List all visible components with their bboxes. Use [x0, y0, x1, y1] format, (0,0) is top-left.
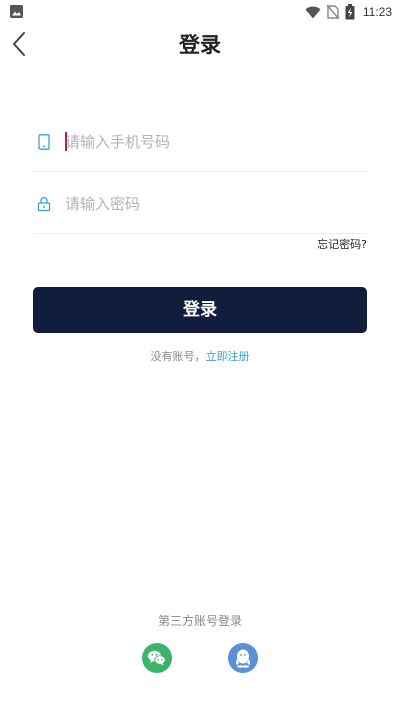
text-cursor [65, 132, 67, 151]
phone-field [33, 110, 367, 172]
lock-icon [37, 196, 51, 212]
gallery-icon [10, 5, 23, 18]
wechat-login-button[interactable] [142, 643, 172, 673]
login-button[interactable]: 登录 [33, 287, 367, 333]
phone-input[interactable] [65, 128, 355, 156]
forgot-password-link[interactable]: 忘记密码? [317, 236, 367, 252]
status-icons: 11:23 [305, 3, 392, 21]
wechat-icon [148, 650, 166, 666]
qq-login-button[interactable] [228, 643, 258, 673]
password-field [33, 172, 367, 234]
qq-icon [236, 649, 250, 668]
status-bar: 11:23 [0, 0, 400, 24]
no-sim-icon [326, 5, 339, 19]
phone-icon [38, 134, 50, 150]
register-prompt: 没有账号，立即注册 [0, 348, 400, 364]
battery-charging-icon [345, 4, 355, 20]
status-time: 11:23 [362, 5, 392, 19]
third-party-title: 第三方账号登录 [157, 614, 242, 628]
page-title: 登录 [179, 33, 221, 57]
password-input[interactable] [65, 190, 355, 218]
wifi-icon [305, 6, 321, 18]
register-link[interactable]: 立即注册 [206, 350, 250, 363]
no-account-text: 没有账号， [150, 350, 206, 363]
